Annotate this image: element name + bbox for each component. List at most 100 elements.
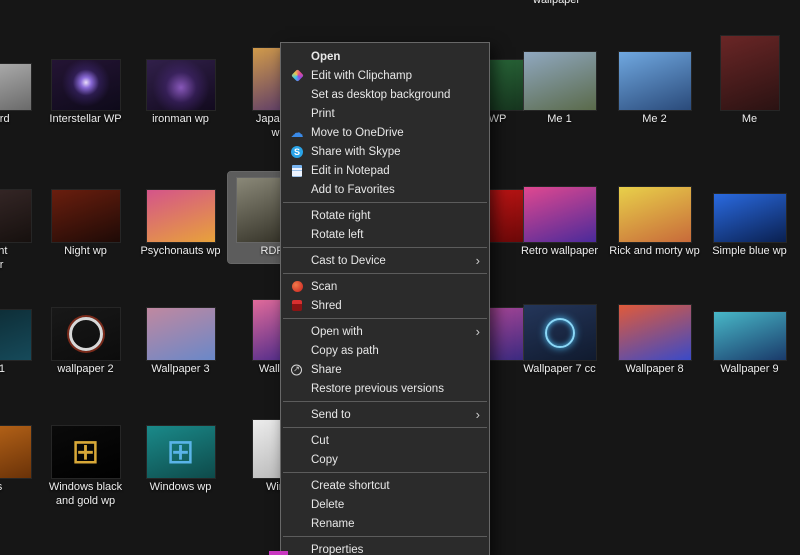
file-tile-psychonauts-wp[interactable]: Psychonauts wp: [133, 172, 228, 263]
menu-item-edit-in-notepad[interactable]: Edit in Notepad: [281, 161, 489, 180]
menu-item-label: Share: [311, 364, 479, 376]
menu-item-properties[interactable]: Properties: [281, 540, 489, 555]
thumbnail-area: [38, 292, 133, 360]
menu-item-label: Share with Skype: [311, 146, 479, 158]
menu-item-label: Shred: [311, 300, 479, 312]
menu-item-share-with-skype[interactable]: Share with Skype: [281, 142, 489, 161]
menu-separator: [283, 401, 487, 402]
menu-item-share[interactable]: Share: [281, 360, 489, 379]
submenu-arrow-icon: ›: [476, 253, 480, 268]
menu-item-print[interactable]: Print: [281, 104, 489, 123]
menu-item-label: Add to Favorites: [311, 184, 479, 196]
file-tile-simple-blue-wp[interactable]: Simple blue wp: [702, 172, 797, 263]
thumbnail-area: [133, 292, 228, 360]
file-thumbnail: [619, 305, 691, 360]
file-tile-me[interactable]: Me: [702, 40, 797, 131]
context-menu: Open Edit with Clipchamp Set as desktop ba…: [280, 42, 490, 555]
file-thumbnail: [0, 426, 31, 478]
file-label: Wallpaper 9: [720, 363, 778, 377]
menu-item-set-as-desktop-background[interactable]: Set as desktop background: [281, 85, 489, 104]
menu-item-open[interactable]: Open: [281, 47, 489, 66]
file-tile-night-wp[interactable]: Night wp: [38, 172, 133, 263]
menu-item-label: Create shortcut: [311, 480, 479, 492]
menu-item-label: Cast to Device: [311, 255, 479, 267]
file-tile-ws[interactable]: ws: [0, 408, 43, 499]
file-label: Me: [742, 113, 757, 127]
file-thumbnail: [0, 310, 31, 360]
menu-item-label: Copy: [311, 454, 479, 466]
file-tile-windows-wp[interactable]: Windows wp: [133, 408, 228, 499]
file-label: night per: [0, 245, 7, 272]
menu-item-label: Edit with Clipchamp: [311, 70, 479, 82]
thumbnail-area: [607, 174, 702, 242]
menu-item-rename[interactable]: Rename: [281, 514, 489, 533]
menu-item-shred[interactable]: Shred: [281, 296, 489, 315]
menu-item-edit-with-clipchamp[interactable]: Edit with Clipchamp: [281, 66, 489, 85]
file-thumbnail: [52, 308, 120, 360]
skype-icon: [291, 146, 303, 158]
thumbnail-area: [0, 42, 43, 110]
file-tile-wallpaper-8[interactable]: Wallpaper 8: [607, 290, 702, 381]
file-tile-me-1[interactable]: Me 1: [512, 40, 607, 131]
menu-item-label: Open with: [311, 326, 479, 338]
file-tile-rick-and-morty-wp[interactable]: Rick and morty wp: [607, 172, 702, 263]
menu-item-label: Edit in Notepad: [311, 165, 479, 177]
file-tile-wallpaper-9[interactable]: Wallpaper 9: [702, 290, 797, 381]
menu-item-cast-to-device[interactable]: Cast to Device›: [281, 251, 489, 270]
menu-item-restore-previous-versions[interactable]: Restore previous versions: [281, 379, 489, 398]
file-label: Retro wallpaper: [521, 245, 598, 259]
menu-item-label: Delete: [311, 499, 479, 511]
file-tile-wallpaper-7-cc[interactable]: Wallpaper 7 cc: [512, 290, 607, 381]
menu-item-create-shortcut[interactable]: Create shortcut: [281, 476, 489, 495]
menu-item-copy-as-path[interactable]: Copy as path: [281, 341, 489, 360]
menu-item-send-to[interactable]: Send to›: [281, 405, 489, 424]
file-label: WP: [489, 113, 507, 127]
file-label: Me 1: [547, 113, 571, 127]
file-thumbnail: [147, 426, 215, 478]
file-thumbnail: [714, 194, 786, 242]
menu-item-open-with[interactable]: Open with›: [281, 322, 489, 341]
menu-item-label: Copy as path: [311, 345, 479, 357]
thumbnail-area: [607, 292, 702, 360]
file-thumbnail: [147, 308, 215, 360]
file-tile-night-per[interactable]: night per: [0, 172, 43, 276]
file-tile-ironman-wp[interactable]: ironman wp: [133, 40, 228, 131]
file-label: Psychonauts wp: [140, 245, 220, 259]
file-tile-wallpaper-2[interactable]: wallpaper 2: [38, 290, 133, 381]
menu-separator: [283, 202, 487, 203]
file-tile-windows-black-and-gold-wp[interactable]: Windows black and gold wp: [38, 408, 133, 512]
file-tile-wallpaper-3[interactable]: Wallpaper 3: [133, 290, 228, 381]
file-label: Me 2: [642, 113, 666, 127]
menu-item-cut[interactable]: Cut: [281, 431, 489, 450]
menu-item-rotate-left[interactable]: Rotate left: [281, 225, 489, 244]
file-label: Windows wp: [150, 481, 212, 495]
file-label: er 1: [0, 363, 5, 377]
thumbnail-area: [0, 174, 43, 242]
menu-item-delete[interactable]: Delete: [281, 495, 489, 514]
file-thumbnail: [0, 64, 31, 110]
menu-separator: [283, 273, 487, 274]
menu-item-label: Rename: [311, 518, 479, 530]
clipchamp-icon: [290, 69, 304, 83]
file-thumbnail: [147, 60, 215, 110]
file-tile-me-2[interactable]: Me 2: [607, 40, 702, 131]
file-tile-board[interactable]: board: [0, 40, 43, 131]
file-tile-interstellar-wp[interactable]: Interstellar WP: [38, 40, 133, 131]
menu-item-scan[interactable]: Scan: [281, 277, 489, 296]
menu-item-move-to-onedrive[interactable]: Move to OneDrive: [281, 123, 489, 142]
file-label: Simple blue wp: [712, 245, 787, 259]
thumbnail-area: [0, 410, 43, 478]
menu-item-label: Scan: [311, 281, 479, 293]
thumbnail-area: [133, 42, 228, 110]
menu-item-rotate-right[interactable]: Rotate right: [281, 206, 489, 225]
menu-item-add-to-favorites[interactable]: Add to Favorites: [281, 180, 489, 199]
file-thumbnail: [619, 52, 691, 110]
thumbnail-area: [38, 410, 133, 478]
file-label: Wallpaper 7 cc: [523, 363, 595, 377]
file-tile-retro-wallpaper[interactable]: Retro wallpaper: [512, 172, 607, 263]
file-tile-er-1[interactable]: er 1: [0, 290, 43, 381]
onedrive-icon: [290, 126, 304, 140]
menu-item-copy[interactable]: Copy: [281, 450, 489, 469]
menu-item-label: Open: [311, 51, 479, 63]
scan-icon: [290, 280, 304, 294]
